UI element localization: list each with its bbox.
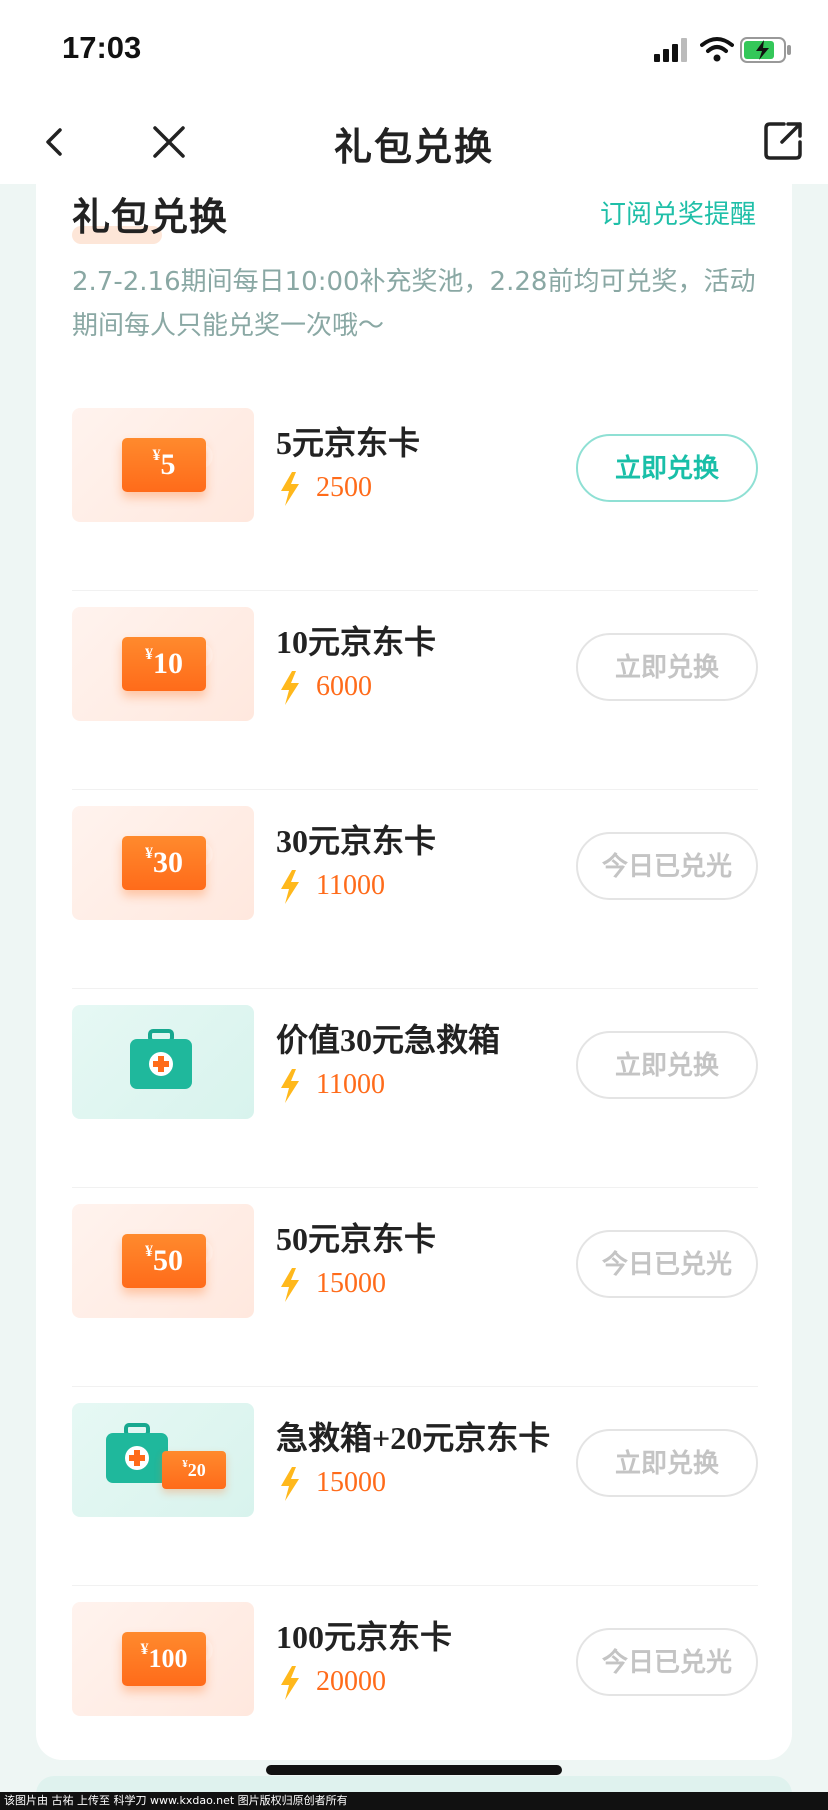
nav-bar: 礼包兑换	[0, 100, 828, 184]
jd-card-chip: ¥30	[122, 836, 206, 890]
exchange-button[interactable]: 立即兑换	[576, 1031, 758, 1099]
gift-item: JD ¥30 30元京东卡 11000 今日已兑光	[72, 790, 758, 989]
gift-item: JD ¥5 5元京东卡 2500 立即兑换	[72, 392, 758, 591]
gift-name: 急救箱+20元京东卡	[276, 1420, 551, 1456]
gift-cost: 11000	[316, 870, 385, 901]
activity-description: 2.7-2.16期间每日10:00补充奖池，2.28前均可兑奖，活动期间每人只能…	[72, 267, 756, 341]
status-bar: 17:03	[0, 0, 828, 100]
gift-item: JD ¥10 10元京东卡 6000 立即兑换	[72, 591, 758, 790]
section-title-wrap: 礼包兑换	[72, 186, 229, 244]
gift-name: 30元京东卡	[276, 823, 437, 859]
gift-cost: 15000	[316, 1467, 386, 1498]
gift-cost: 6000	[316, 671, 372, 702]
jd-card-chip: ¥100	[122, 1632, 206, 1686]
wifi-icon	[700, 37, 734, 62]
gift-thumbnail	[72, 1005, 254, 1119]
jd-card-chip: ¥10	[122, 637, 206, 691]
gift-name: 价值30元急救箱	[276, 1022, 501, 1058]
gift-item: 价值30元急救箱 11000 立即兑换	[72, 989, 758, 1188]
gift-item: JD ¥100 100元京东卡 20000 今日已兑光	[72, 1586, 758, 1784]
jd-card-chip: ¥20	[162, 1451, 226, 1489]
gift-cost: 20000	[316, 1666, 386, 1697]
gift-thumbnail: JD ¥10	[72, 607, 254, 721]
subscribe-reminder-link[interactable]: 订阅兑奖提醒	[600, 194, 756, 231]
gift-cost: 2500	[316, 472, 372, 503]
lightning-icon	[281, 671, 299, 705]
gift-name: 100元京东卡	[276, 1619, 453, 1655]
lightning-icon	[281, 1666, 299, 1700]
gift-thumbnail: JD ¥30	[72, 806, 254, 920]
cellular-signal-icon	[654, 38, 687, 62]
lightning-icon	[281, 1467, 299, 1501]
gift-cost: 11000	[316, 1069, 385, 1100]
gift-thumbnail: JD ¥100	[72, 1602, 254, 1716]
lightning-icon	[281, 472, 299, 506]
exchange-button[interactable]: 立即兑换	[576, 633, 758, 701]
gift-name: 50元京东卡	[276, 1221, 437, 1257]
gift-item: ¥20 急救箱+20元京东卡 15000 立即兑换	[72, 1387, 758, 1586]
first-aid-kit-icon	[106, 1423, 168, 1483]
gift-cost: 15000	[316, 1268, 386, 1299]
gift-thumbnail: JD ¥50	[72, 1204, 254, 1318]
gift-thumbnail: JD ¥5	[72, 408, 254, 522]
gift-item: JD ¥50 50元京东卡 15000 今日已兑光	[72, 1188, 758, 1387]
image-watermark: 该图片由 古祐 上传至 科学刀 www.kxdao.net 图片版权归原创者所有	[0, 1792, 828, 1810]
gift-name: 5元京东卡	[276, 425, 421, 461]
gift-list: JD ¥5 5元京东卡 2500 立即兑换 JD ¥10 10元京东卡 6000…	[72, 392, 758, 1784]
battery-charging-icon	[740, 37, 791, 63]
exchange-button[interactable]: 立即兑换	[576, 1429, 758, 1497]
share-icon[interactable]	[762, 120, 804, 162]
sold-out-button[interactable]: 今日已兑光	[576, 1628, 758, 1696]
sold-out-button[interactable]: 今日已兑光	[576, 1230, 758, 1298]
section-title: 礼包兑换	[72, 195, 229, 239]
home-indicator	[266, 1765, 562, 1775]
gift-name: 10元京东卡	[276, 624, 437, 660]
page-title: 礼包兑换	[333, 125, 494, 169]
jd-card-chip: ¥50	[122, 1234, 206, 1288]
lightning-icon	[281, 870, 299, 904]
lightning-icon	[281, 1069, 299, 1103]
exchange-button[interactable]: 立即兑换	[576, 434, 758, 502]
sold-out-button[interactable]: 今日已兑光	[576, 832, 758, 900]
status-time: 17:03	[62, 30, 142, 65]
gift-exchange-card: 礼包兑换 订阅兑奖提醒 2.7-2.16期间每日10:00补充奖池，2.28前均…	[36, 180, 792, 1760]
gift-thumbnail: ¥20	[72, 1403, 254, 1517]
lightning-icon	[281, 1268, 299, 1302]
first-aid-kit-icon	[130, 1029, 192, 1089]
jd-card-chip: ¥5	[122, 438, 206, 492]
